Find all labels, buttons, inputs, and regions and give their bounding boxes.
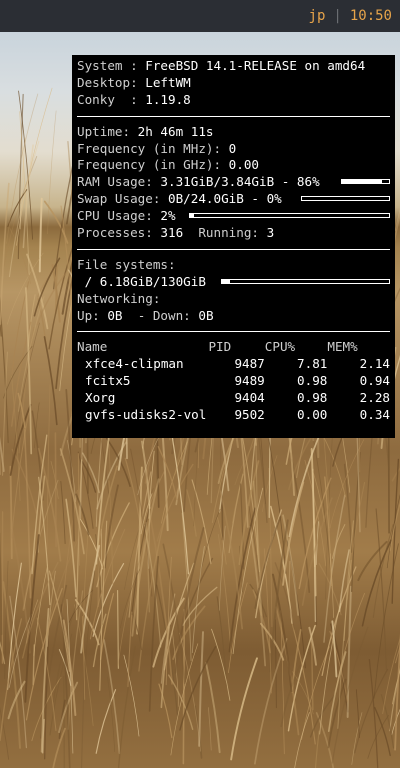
down-label: - Down: xyxy=(137,307,191,323)
processes-value: 316 xyxy=(160,225,184,241)
network-row: Up: 0B - Down: 0B xyxy=(77,308,390,325)
clock[interactable]: 10:50 xyxy=(350,8,392,24)
networking-label: Networking: xyxy=(77,290,161,306)
freq-ghz-row: Frequency (in GHz): 0.00 xyxy=(77,157,390,174)
down-value: 0B xyxy=(198,307,214,323)
running-value: 3 xyxy=(266,225,275,241)
swap-row: Swap Usage: 0B/24.0GiB - 0% xyxy=(77,191,390,208)
process-pid: 9404 xyxy=(234,390,265,406)
table-row: xfce4-clipman 9487 7.81 2.14 xyxy=(77,356,390,373)
running-label: Running: xyxy=(198,225,260,241)
networking-header: Networking: xyxy=(77,291,390,308)
divider xyxy=(77,248,390,250)
up-label: Up: xyxy=(77,307,100,323)
process-table: Name PID CPU% MEM% xfce4-clipman 9487 7.… xyxy=(77,339,390,424)
process-name: Xorg xyxy=(85,390,116,406)
process-pid: 9487 xyxy=(234,356,265,372)
filesystems-header: File systems: xyxy=(77,257,390,274)
topbar-separator: | xyxy=(333,8,342,24)
table-row: fcitx5 9489 0.98 0.94 xyxy=(77,373,390,390)
cpu-value: 2% xyxy=(160,208,176,224)
process-name: xfce4-clipman xyxy=(85,356,184,372)
freq-mhz-value: 0 xyxy=(228,140,237,156)
filesystem-root-row: / 6.18GiB/130GiB xyxy=(77,274,390,291)
desktop-label: Desktop: xyxy=(77,74,138,90)
system-value: FreeBSD 14.1-RELEASE on amd64 xyxy=(145,58,366,73)
swap-value: 0B/24.0GiB - 0% xyxy=(168,191,282,207)
cpu-usage-bar-fill xyxy=(190,214,194,218)
process-cpu: 0.00 xyxy=(297,407,328,423)
process-cpu: 0.98 xyxy=(297,373,328,389)
ram-label: RAM Usage: xyxy=(77,174,153,190)
desktop-row: Desktop: LeftWM xyxy=(77,75,390,92)
filesystem-root-value: / 6.18GiB/130GiB xyxy=(84,273,206,289)
uptime-value: 2h 46m 11s xyxy=(137,123,214,139)
process-mem: 0.94 xyxy=(359,373,390,389)
swap-usage-bar xyxy=(301,196,390,202)
process-mem: 2.14 xyxy=(359,356,390,372)
up-value: 0B xyxy=(107,307,123,323)
uptime-row: Uptime: 2h 46m 11s xyxy=(77,124,390,141)
conky-version-value: 1.19.8 xyxy=(145,91,191,107)
process-pid: 9489 xyxy=(234,373,265,389)
freq-mhz-row: Frequency (in MHz): 0 xyxy=(77,141,390,158)
ram-row: RAM Usage: 3.31GiB/3.84GiB - 86% xyxy=(77,174,390,191)
ram-value: 3.31GiB/3.84GiB - 86% xyxy=(160,174,320,190)
freq-ghz-value: 0.00 xyxy=(228,157,259,173)
process-name: fcitx5 xyxy=(85,373,131,389)
ram-usage-bar-fill xyxy=(342,180,383,184)
process-cpu: 0.98 xyxy=(297,390,328,406)
divider xyxy=(77,331,390,333)
cpu-usage-bar xyxy=(189,213,390,219)
divider xyxy=(77,115,390,117)
freq-ghz-label: Frequency (in GHz): xyxy=(77,157,222,173)
filesystem-usage-bar xyxy=(221,278,390,284)
processes-row: Processes: 316 Running: 3 xyxy=(77,225,390,242)
table-row: gvfs-udisks2-vol 9502 0.00 0.34 xyxy=(77,407,390,424)
process-mem: 0.34 xyxy=(359,407,390,423)
col-header-pid: PID xyxy=(208,339,232,355)
ram-usage-bar xyxy=(341,179,390,185)
system-row: System : FreeBSD 14.1-RELEASE on amd64 xyxy=(77,58,390,75)
process-pid: 9502 xyxy=(234,407,265,423)
username-label[interactable]: jp xyxy=(309,8,326,24)
swap-label: Swap Usage: xyxy=(77,191,161,207)
cpu-label: CPU Usage: xyxy=(77,208,153,224)
process-cpu: 7.81 xyxy=(297,356,328,372)
conky-widget: System : FreeBSD 14.1-RELEASE on amd64 D… xyxy=(72,55,395,438)
col-header-cpu: CPU% xyxy=(264,339,296,355)
system-label: System : xyxy=(77,58,138,73)
desktop-value: LeftWM xyxy=(145,74,191,90)
filesystem-usage-bar-fill xyxy=(222,279,231,283)
freq-mhz-label: Frequency (in MHz): xyxy=(77,140,222,156)
conky-version-row: Conky : 1.19.8 xyxy=(77,92,390,109)
conky-label: Conky : xyxy=(77,91,138,107)
process-mem: 2.28 xyxy=(359,390,390,406)
process-name: gvfs-udisks2-vol xyxy=(85,407,207,423)
processes-label: Processes: xyxy=(77,225,153,241)
cpu-row: CPU Usage: 2% xyxy=(77,208,390,225)
uptime-label: Uptime: xyxy=(77,123,131,139)
col-header-mem: MEM% xyxy=(327,339,358,355)
table-row: Xorg 9404 0.98 2.28 xyxy=(77,390,390,407)
filesystems-label: File systems: xyxy=(77,256,176,272)
top-bar: jp | 10:50 xyxy=(0,0,400,32)
process-table-header: Name PID CPU% MEM% xyxy=(77,339,390,356)
col-header-name: Name xyxy=(77,339,108,355)
